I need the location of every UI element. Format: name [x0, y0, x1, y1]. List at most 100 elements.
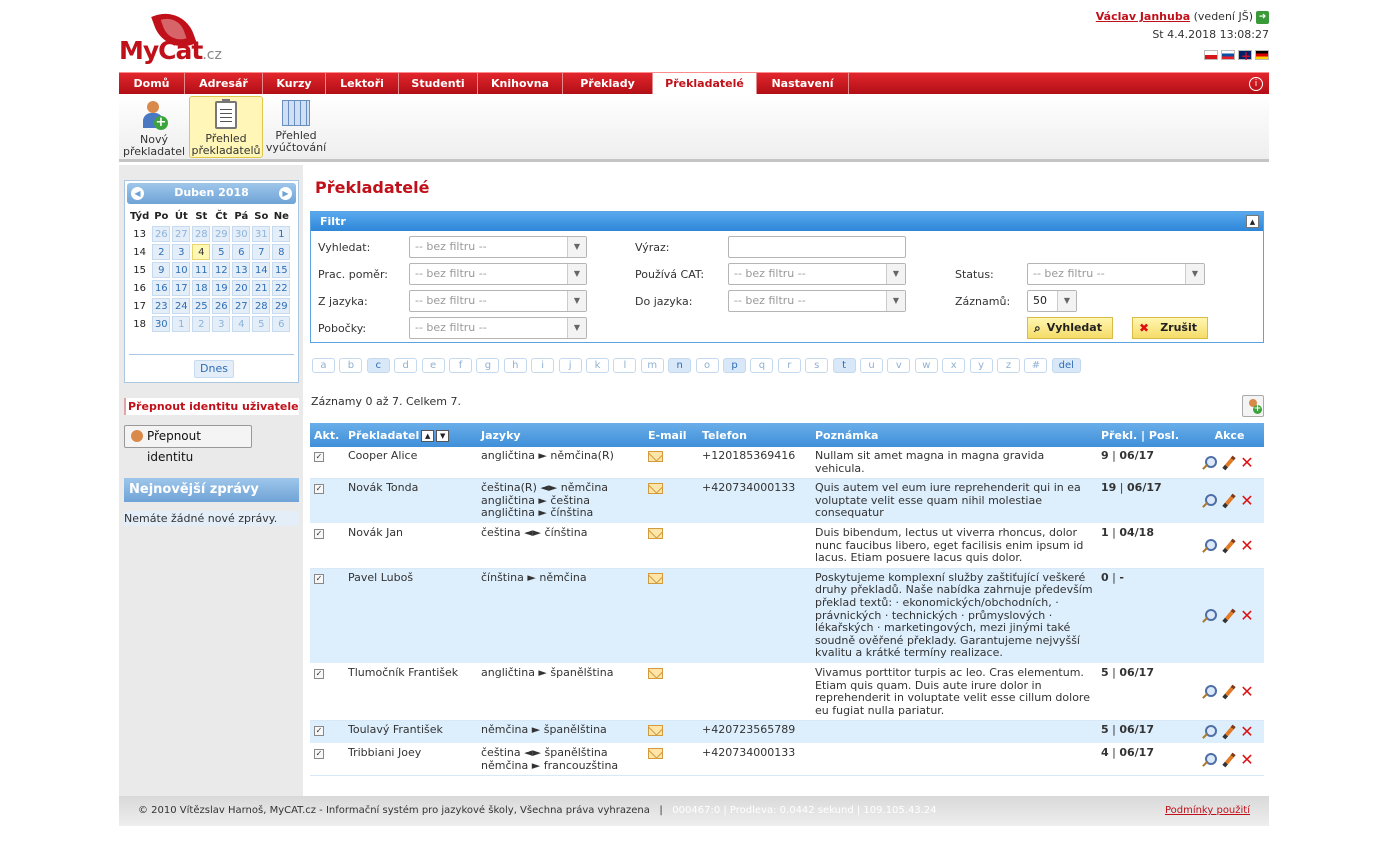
- translator-name[interactable]: Tlumočník František: [344, 663, 477, 722]
- letter-filter-e[interactable]: e: [421, 358, 445, 373]
- pencil-icon[interactable]: [1220, 455, 1236, 471]
- letter-filter-f[interactable]: f: [449, 358, 472, 373]
- letter-filter-t[interactable]: t: [832, 358, 856, 373]
- calendar-day[interactable]: 20: [232, 280, 251, 296]
- col-translator[interactable]: Překladatel ▲ ▼: [344, 423, 477, 447]
- translator-name[interactable]: Novák Jan: [344, 523, 477, 569]
- translator-name[interactable]: Cooper Alice: [344, 447, 477, 480]
- letter-filter-y[interactable]: y: [969, 358, 993, 373]
- logout-icon[interactable]: ➜: [1256, 10, 1269, 24]
- mycat-logo[interactable]: MyCat.cz: [119, 5, 229, 70]
- calendar-day[interactable]: 25: [192, 298, 211, 314]
- letter-filter-x[interactable]: x: [942, 358, 966, 373]
- from-language-select[interactable]: -- bez filtru -- ▼: [409, 290, 587, 312]
- calendar-day[interactable]: 4: [232, 316, 251, 332]
- active-checkbox[interactable]: ✓: [314, 726, 324, 737]
- magnifier-icon[interactable]: [1201, 684, 1217, 700]
- uses-cat-select[interactable]: -- bez filtru -- ▼: [728, 263, 906, 285]
- letter-filter-g[interactable]: g: [476, 358, 500, 373]
- calendar-day[interactable]: 8: [272, 244, 291, 260]
- calendar-day[interactable]: 10: [172, 262, 191, 278]
- prev-month-icon[interactable]: ◀: [131, 187, 144, 200]
- calendar-day[interactable]: 23: [152, 298, 171, 314]
- user-name-link[interactable]: Václav Janhuba: [1096, 10, 1190, 23]
- letter-filter-w[interactable]: w: [914, 358, 938, 373]
- calendar-day[interactable]: 26: [152, 226, 171, 242]
- collapse-icon[interactable]: ▲: [1246, 215, 1259, 228]
- calendar-day[interactable]: 29: [212, 226, 231, 242]
- magnifier-icon[interactable]: [1201, 752, 1217, 768]
- col-stats[interactable]: Překl. | Posl.: [1097, 423, 1195, 447]
- letter-filter-k[interactable]: k: [586, 358, 609, 373]
- menu-item-knihovna[interactable]: Knihovna: [478, 73, 563, 95]
- translators-overview-button[interactable]: Přehled překladatelů: [189, 96, 263, 158]
- calendar-day[interactable]: 14: [252, 262, 271, 278]
- menu-item-domu[interactable]: Domů: [119, 73, 185, 95]
- calendar-day[interactable]: 12: [212, 262, 231, 278]
- calendar-day[interactable]: 24: [172, 298, 191, 314]
- calendar-day[interactable]: 28: [252, 298, 271, 314]
- pencil-icon[interactable]: [1220, 608, 1236, 624]
- magnifier-icon[interactable]: [1201, 538, 1217, 554]
- active-checkbox[interactable]: ✓: [314, 528, 324, 539]
- calendar-day[interactable]: 27: [172, 226, 191, 242]
- letter-filter-u[interactable]: u: [860, 358, 883, 373]
- calendar-day[interactable]: 21: [252, 280, 271, 296]
- table-row[interactable]: ✓ Toulavý František němčina ► španělština +…: [310, 720, 1264, 745]
- col-languages[interactable]: Jazyky: [477, 423, 644, 447]
- pencil-icon[interactable]: [1220, 684, 1236, 700]
- letter-filter-d[interactable]: d: [394, 358, 418, 373]
- magnifier-icon[interactable]: [1201, 724, 1217, 740]
- calendar-day[interactable]: 6: [272, 316, 291, 332]
- menu-item-kurzy[interactable]: Kurzy: [263, 73, 326, 95]
- records-count-select[interactable]: 50 ▼: [1027, 290, 1077, 312]
- pencil-icon[interactable]: [1220, 538, 1236, 554]
- calendar-day[interactable]: 15: [272, 262, 291, 278]
- calendar-day[interactable]: 5: [252, 316, 271, 332]
- status-select[interactable]: -- bez filtru -- ▼: [1027, 263, 1205, 285]
- sort-asc-icon[interactable]: ▲: [421, 429, 435, 442]
- active-checkbox[interactable]: ✓: [314, 573, 324, 584]
- calendar-day[interactable]: 13: [232, 262, 251, 278]
- letter-filter-v[interactable]: v: [887, 358, 911, 373]
- table-row[interactable]: ✓ Tlumočník František angličtina ► španělš…: [310, 663, 1264, 722]
- col-note[interactable]: Poznámka: [811, 423, 1097, 447]
- col-phone[interactable]: Telefon: [698, 423, 811, 447]
- search-button[interactable]: ⌕ Vyhledat: [1027, 317, 1113, 339]
- letter-filter-n[interactable]: n: [668, 358, 692, 373]
- menu-item-nastaveni[interactable]: Nastavení: [757, 73, 849, 95]
- letter-filter-z[interactable]: z: [997, 358, 1020, 373]
- calendar-day[interactable]: 27: [232, 298, 251, 314]
- col-email[interactable]: E-mail: [644, 423, 698, 447]
- calendar-day[interactable]: 2: [152, 244, 171, 260]
- calendar-day[interactable]: 26: [212, 298, 231, 314]
- menu-item-adresar[interactable]: Adresář: [185, 73, 263, 95]
- envelope-icon[interactable]: [648, 483, 663, 495]
- calendar-day[interactable]: 6: [232, 244, 251, 260]
- letter-filter-m[interactable]: m: [640, 358, 664, 373]
- letter-filter-q[interactable]: q: [750, 358, 774, 373]
- letter-filter-j[interactable]: j: [558, 358, 582, 373]
- active-checkbox[interactable]: ✓: [314, 668, 324, 679]
- delete-icon[interactable]: ✕: [1239, 493, 1255, 509]
- letter-filter-i[interactable]: i: [531, 358, 555, 373]
- envelope-icon[interactable]: [648, 748, 663, 760]
- letter-filter-a[interactable]: a: [312, 358, 335, 373]
- delete-icon[interactable]: ✕: [1239, 724, 1255, 740]
- letter-filter-p[interactable]: p: [723, 358, 746, 373]
- delete-icon[interactable]: ✕: [1239, 684, 1255, 700]
- calendar-day[interactable]: 9: [152, 262, 171, 278]
- to-language-select[interactable]: -- bez filtru -- ▼: [728, 290, 906, 312]
- letter-filter-b[interactable]: b: [339, 358, 363, 373]
- table-row[interactable]: ✓ Pavel Luboš čínština ► němčina Poskytujem…: [310, 568, 1264, 664]
- letter-filter-del[interactable]: del: [1051, 358, 1081, 373]
- add-translator-button[interactable]: [1242, 395, 1264, 417]
- calendar-day[interactable]: 30: [152, 316, 171, 332]
- calendar-day[interactable]: 3: [172, 244, 191, 260]
- envelope-icon[interactable]: [648, 527, 663, 539]
- calendar-day[interactable]: 17: [172, 280, 191, 296]
- calendar-day[interactable]: 22: [272, 280, 291, 296]
- magnifier-icon[interactable]: [1201, 608, 1217, 624]
- calendar-day[interactable]: 29: [272, 298, 291, 314]
- envelope-icon[interactable]: [648, 572, 663, 584]
